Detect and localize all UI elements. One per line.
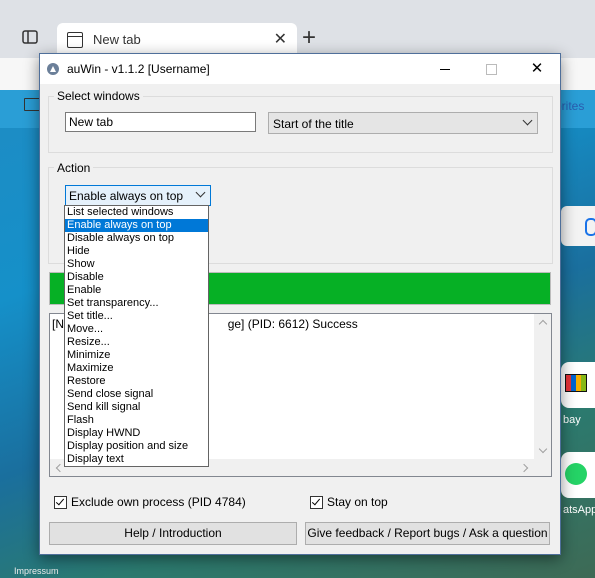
browser-tab-title: New tab: [93, 32, 141, 47]
action-select[interactable]: Enable always on top: [65, 185, 211, 206]
action-option[interactable]: Disable always on top: [65, 232, 208, 245]
select-windows-label: Select windows: [54, 89, 143, 103]
action-option[interactable]: Send close signal: [65, 388, 208, 401]
quick-link-ebay-label: bay: [563, 414, 581, 426]
feedback-button[interactable]: Give feedback / Report bugs / Ask a ques…: [305, 522, 550, 545]
action-option[interactable]: Restore: [65, 375, 208, 388]
quick-link-whatsapp[interactable]: [561, 452, 595, 498]
action-option[interactable]: List selected windows: [65, 206, 208, 219]
action-label: Action: [54, 161, 94, 175]
action-option[interactable]: Display position and size: [65, 440, 208, 453]
new-tab-page-icon: [67, 32, 83, 48]
window-title: auWin - v1.1.2 [Username]: [67, 62, 210, 76]
match-mode-select[interactable]: Start of the title: [268, 112, 538, 134]
new-tab-button[interactable]: +: [302, 24, 316, 52]
chevron-down-icon: [522, 115, 533, 126]
whatsapp-icon: [565, 463, 587, 485]
close-tab-icon[interactable]: ✕: [274, 29, 287, 49]
quick-link-ebay[interactable]: [561, 362, 595, 408]
checkbox-checked-icon: [310, 496, 323, 509]
action-option[interactable]: Enable: [65, 284, 208, 297]
action-select-value: Enable always on top: [69, 189, 184, 203]
scroll-left-icon[interactable]: [55, 463, 65, 473]
action-option[interactable]: Move...: [65, 323, 208, 336]
chevron-down-icon: [195, 187, 206, 198]
action-option[interactable]: Flash: [65, 414, 208, 427]
impressum-link[interactable]: Impressum: [14, 566, 59, 576]
match-mode-value: Start of the title: [273, 117, 354, 131]
scroll-down-icon[interactable]: [538, 444, 548, 454]
auwin-app-icon: [47, 63, 59, 75]
action-option[interactable]: Minimize: [65, 349, 208, 362]
search-card[interactable]: [561, 206, 595, 246]
action-option[interactable]: Send kill signal: [65, 401, 208, 414]
action-option[interactable]: Hide: [65, 245, 208, 258]
maximize-button[interactable]: [468, 54, 514, 84]
exclude-own-process-label: Exclude own process (PID 4784): [71, 495, 246, 509]
help-button[interactable]: Help / Introduction: [49, 522, 297, 545]
checkbox-checked-icon: [54, 496, 67, 509]
browser-tabstrip: New tab ✕ +: [0, 0, 595, 58]
window-titlebar[interactable]: auWin - v1.1.2 [Username] ✕: [40, 54, 560, 84]
stay-on-top-label: Stay on top: [327, 495, 388, 509]
log-line-suffix: ge] (PID: 6612) Success: [227, 317, 358, 331]
action-dropdown-list[interactable]: List selected windows Enable always on to…: [64, 205, 209, 467]
action-option[interactable]: Display HWND: [65, 427, 208, 440]
action-option[interactable]: Resize...: [65, 336, 208, 349]
scroll-right-icon[interactable]: [519, 463, 529, 473]
ebay-bag-icon: [565, 374, 587, 392]
scrollbar-corner: [534, 459, 551, 476]
log-vertical-scrollbar[interactable]: [534, 314, 551, 459]
action-option[interactable]: Enable always on top: [65, 219, 208, 232]
action-option[interactable]: Disable: [65, 271, 208, 284]
microphone-icon: [585, 218, 595, 236]
close-button[interactable]: ✕: [514, 54, 560, 84]
action-option[interactable]: Maximize: [65, 362, 208, 375]
action-option[interactable]: Display text: [65, 453, 208, 466]
tab-actions-icon[interactable]: [22, 29, 38, 45]
action-option[interactable]: Set transparency...: [65, 297, 208, 310]
action-option[interactable]: Set title...: [65, 310, 208, 323]
favorites-folder-icon[interactable]: [24, 98, 40, 111]
minimize-button[interactable]: [422, 54, 468, 84]
window-title-input[interactable]: New tab: [65, 112, 256, 132]
scroll-up-icon[interactable]: [538, 319, 548, 329]
quick-link-whatsapp-label: atsApp: [563, 504, 595, 516]
action-option[interactable]: Show: [65, 258, 208, 271]
